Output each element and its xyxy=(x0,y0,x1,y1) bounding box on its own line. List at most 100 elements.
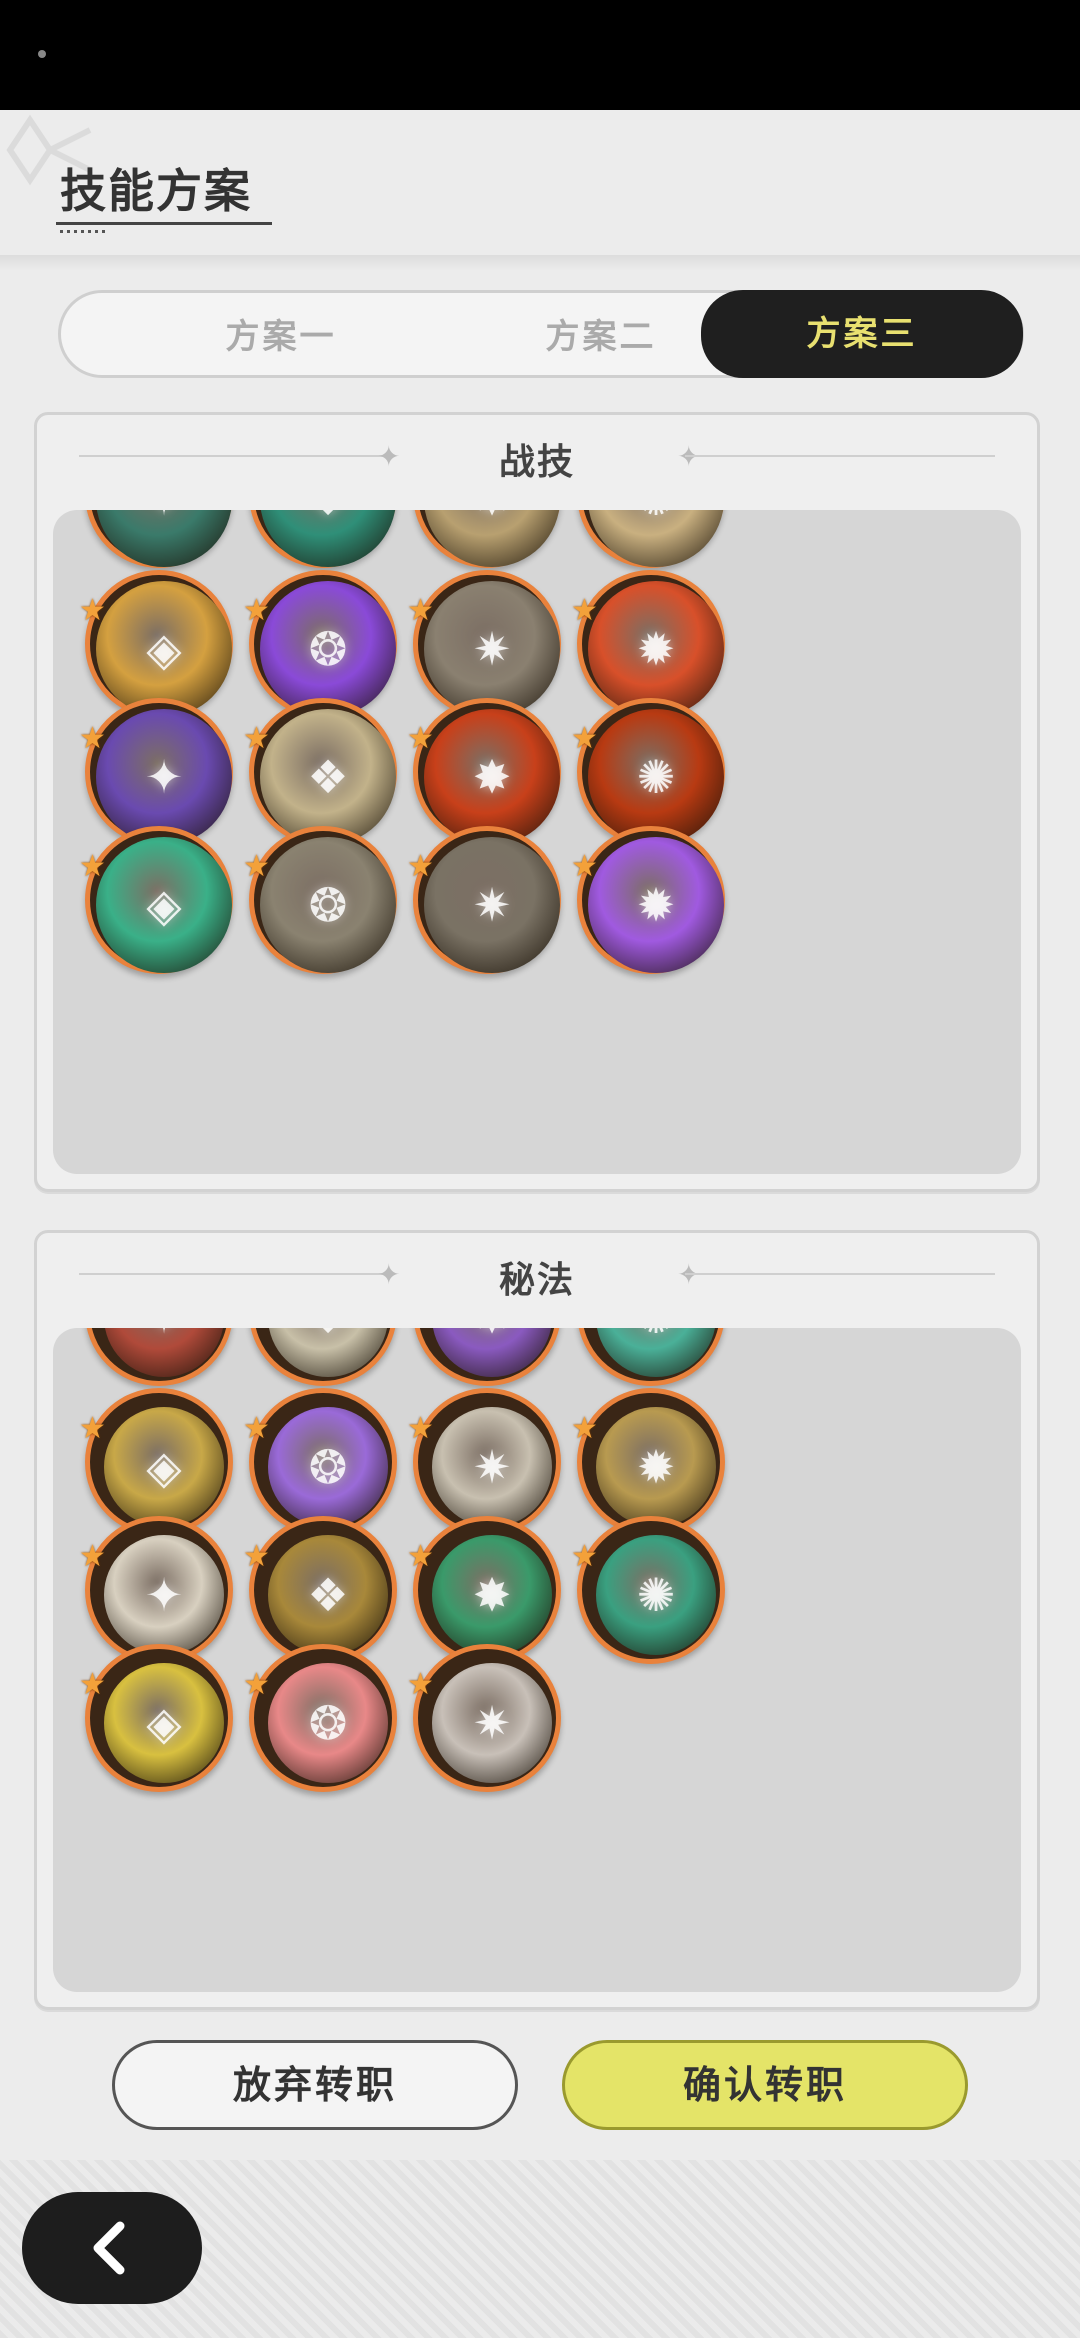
icon-frame: ❖ xyxy=(249,510,397,568)
eye-art-icon[interactable]: ◈ ★ xyxy=(79,1388,233,1536)
icon-frame: ✸ xyxy=(413,698,561,846)
rank-star-icon: ★ xyxy=(571,593,598,628)
icon-artwork: ✹ xyxy=(588,581,724,717)
teal-rune-skill-icon[interactable]: ❖ xyxy=(249,510,397,568)
golden-blade-skill-icon[interactable]: ✸ xyxy=(413,510,561,568)
icon-artwork: ◈ xyxy=(104,1407,224,1527)
red-sigil-art-icon[interactable]: ✦ xyxy=(85,1328,233,1386)
secret-section-title: 秘法 xyxy=(498,1260,575,1301)
tab-plan-3[interactable]: 方案三 xyxy=(701,290,1023,378)
rank-star-icon: ★ xyxy=(243,721,270,756)
icon-artwork: ❂ xyxy=(268,1663,388,1783)
purple-heart-skill-icon[interactable]: ❂ ★ xyxy=(243,570,397,718)
icon-glyph: ❂ xyxy=(308,1696,348,1750)
rank-star-icon: ★ xyxy=(407,593,434,628)
status-bar xyxy=(0,0,1080,110)
rank-star-icon: ★ xyxy=(79,1539,106,1574)
icon-artwork: ✹ xyxy=(596,1407,716,1527)
icon-glyph: ✦ xyxy=(96,510,232,567)
icon-glyph: ✺ xyxy=(636,1568,676,1622)
rank-star-icon: ★ xyxy=(571,849,598,884)
purple-orb-skill-icon[interactable]: ✹ ★ xyxy=(571,826,725,974)
icon-artwork: ✸ xyxy=(432,1535,552,1655)
gold-kick-skill-icon[interactable]: ❖ ★ xyxy=(243,698,397,846)
arcane-orb-art-icon[interactable]: ❂ ★ xyxy=(243,1388,397,1536)
teal-sigil-art-icon[interactable]: ✺ xyxy=(577,1328,725,1386)
icon-glyph: ✦ xyxy=(104,1328,224,1377)
sword-heal-art-icon[interactable]: ❂ ★ xyxy=(243,1644,397,1792)
icon-glyph: ✸ xyxy=(432,1328,552,1377)
icon-frame: ✺ xyxy=(577,1328,725,1386)
icon-artwork: ✸ xyxy=(424,510,560,567)
icon-artwork: ✦ xyxy=(104,1535,224,1655)
icon-glyph: ◈ xyxy=(146,1696,182,1750)
icon-glyph: ✸ xyxy=(472,750,512,804)
rank-star-icon: ★ xyxy=(243,1539,270,1574)
icon-frame: ✹ xyxy=(577,1388,725,1536)
icon-artwork: ❂ xyxy=(260,581,396,717)
icon-glyph: ✷ xyxy=(472,1696,512,1750)
page-title: 技能方案 xyxy=(60,164,252,218)
purple-shadow-skill-icon[interactable]: ✦ ★ xyxy=(79,698,233,846)
shield-armor-art-icon[interactable]: ❖ ★ xyxy=(243,1516,397,1664)
golden-armor-art-icon[interactable]: ✹ ★ xyxy=(571,1388,725,1536)
icon-artwork: ✷ xyxy=(424,581,560,717)
icon-artwork: ❂ xyxy=(260,837,396,973)
icon-glyph: ✷ xyxy=(472,622,512,676)
combat-skill-grid[interactable]: ✦❖✸✺◈★❂★✷★✹★✦★❖★✸★✺★◈★❂★✷★✹★ xyxy=(53,510,1021,1174)
pale-sigil-art-icon[interactable]: ❖ xyxy=(249,1328,397,1386)
rank-star-icon: ★ xyxy=(571,1411,598,1446)
icon-frame: ✹ xyxy=(577,826,725,974)
sword-art-icon[interactable]: ✷ ★ xyxy=(407,1644,561,1792)
secret-art-grid[interactable]: ✦❖✸✺◈★❂★✷★✹★✦★❖★✸★✺★◈★❂★✷★ xyxy=(53,1328,1021,1992)
rank-star-icon: ★ xyxy=(79,593,106,628)
icon-glyph: ✦ xyxy=(144,750,184,804)
back-button[interactable] xyxy=(22,2192,202,2304)
abandon-job-change-button[interactable]: 放弃转职 xyxy=(112,2040,518,2130)
back-arrow-icon xyxy=(93,2221,125,2275)
icon-frame: ✺ xyxy=(577,510,725,568)
icon-frame: ✷ xyxy=(413,826,561,974)
icon-frame: ✸ xyxy=(413,1328,561,1386)
rank-star-icon: ★ xyxy=(79,1667,106,1702)
pale-gold-skill-icon[interactable]: ✺ xyxy=(577,510,725,568)
teal-swirl-skill-icon[interactable]: ✦ xyxy=(85,510,233,568)
icon-frame: ◈ xyxy=(85,1388,233,1536)
icon-artwork: ❖ xyxy=(260,709,396,845)
flame-arc-skill-icon[interactable]: ✸ ★ xyxy=(407,698,561,846)
icon-frame: ✷ xyxy=(413,1388,561,1536)
stone-spikes-skill-icon[interactable]: ✷ ★ xyxy=(407,570,561,718)
leaf-art-icon[interactable]: ✦ ★ xyxy=(79,1516,233,1664)
rank-star-icon: ★ xyxy=(407,1411,434,1446)
green-arrows-skill-icon[interactable]: ◈ ★ xyxy=(79,826,233,974)
crystal-art-icon[interactable]: ✷ ★ xyxy=(407,1388,561,1536)
icon-artwork: ◈ xyxy=(96,837,232,973)
rank-star-icon: ★ xyxy=(407,1539,434,1574)
wind-swirl-skill-icon[interactable]: ❂ ★ xyxy=(243,826,397,974)
icon-frame: ✸ xyxy=(413,510,561,568)
icon-glyph: ❖ xyxy=(260,510,396,567)
icon-frame: ✦ xyxy=(85,698,233,846)
icon-glyph: ❖ xyxy=(307,1568,349,1622)
heart-heal-art-icon[interactable]: ✸ ★ xyxy=(407,1516,561,1664)
icon-artwork: ❂ xyxy=(268,1407,388,1527)
confirm-job-change-button[interactable]: 确认转职 xyxy=(562,2040,968,2130)
golden-slash-skill-icon[interactable]: ◈ ★ xyxy=(79,570,233,718)
status-dot xyxy=(38,50,46,58)
divider-line xyxy=(685,455,995,457)
icon-artwork: ❖ xyxy=(268,1535,388,1655)
violet-sigil-art-icon[interactable]: ✸ xyxy=(413,1328,561,1386)
fire-burst-skill-icon[interactable]: ✺ ★ xyxy=(571,698,725,846)
icon-glyph: ◈ xyxy=(146,622,182,676)
icon-artwork: ✷ xyxy=(432,1663,552,1783)
tab-plan-1[interactable]: 方案一 xyxy=(121,296,441,378)
healing-circle-art-icon[interactable]: ✺ ★ xyxy=(571,1516,725,1664)
fire-crest-skill-icon[interactable]: ✹ ★ xyxy=(571,570,725,718)
icon-frame: ❖ xyxy=(249,698,397,846)
icon-artwork: ✦ xyxy=(96,709,232,845)
icon-artwork: ✷ xyxy=(424,837,560,973)
gold-bell-art-icon[interactable]: ◈ ★ xyxy=(79,1644,233,1792)
whirl-skill-icon[interactable]: ✷ ★ xyxy=(407,826,561,974)
icon-artwork: ✺ xyxy=(596,1535,716,1655)
icon-frame: ❂ xyxy=(249,1388,397,1536)
